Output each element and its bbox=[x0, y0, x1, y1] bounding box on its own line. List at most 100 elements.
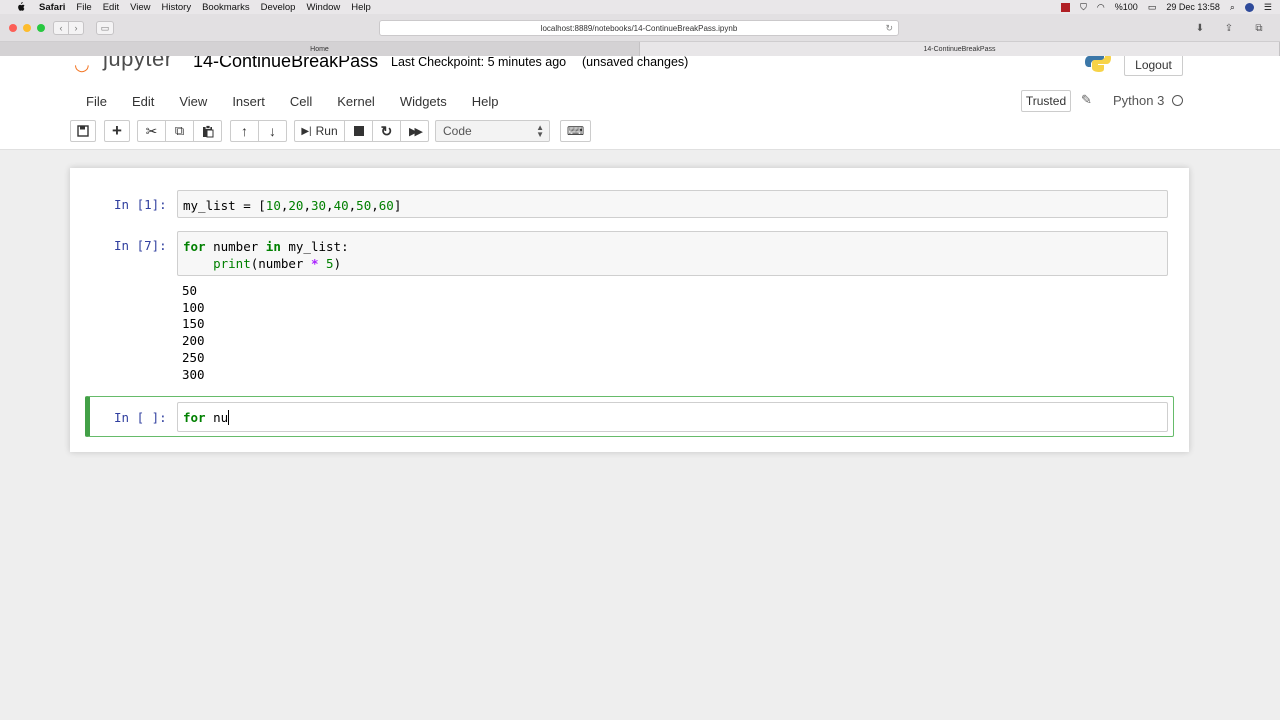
spotlight-search-icon[interactable]: ⌕ bbox=[1230, 2, 1235, 13]
menu-safari[interactable]: Safari bbox=[39, 2, 65, 13]
share-icon[interactable]: ⇪ bbox=[1220, 21, 1238, 35]
run-label: Run bbox=[315, 124, 338, 138]
nb-menu-insert[interactable]: Insert bbox=[232, 94, 265, 109]
menu-bookmarks[interactable]: Bookmarks bbox=[202, 2, 250, 13]
unsaved-status: (unsaved changes) bbox=[582, 56, 689, 69]
logout-label: Logout bbox=[1135, 58, 1172, 72]
battery-icon[interactable]: ▭ bbox=[1148, 2, 1157, 13]
code-number: 30 bbox=[310, 198, 327, 213]
restart-kernel-button[interactable]: ↻ bbox=[372, 120, 401, 142]
kernel-name[interactable]: Python 3 bbox=[1113, 93, 1164, 108]
restart-run-all-button[interactable]: ▶▶ bbox=[400, 120, 429, 142]
menu-history[interactable]: History bbox=[162, 2, 192, 13]
kernel-idle-icon bbox=[1172, 95, 1183, 106]
nb-menu-view[interactable]: View bbox=[179, 94, 207, 109]
scissors-icon: ✂ bbox=[145, 122, 158, 139]
move-cell-up-button[interactable]: ↑ bbox=[230, 120, 259, 142]
code-number: 40 bbox=[333, 198, 349, 213]
menu-window[interactable]: Window bbox=[306, 2, 340, 13]
code-token: number bbox=[205, 239, 266, 254]
recording-icon[interactable] bbox=[1061, 2, 1071, 12]
copy-cells-button[interactable]: ⧉ bbox=[165, 120, 194, 142]
shield-icon[interactable]: ⛉ bbox=[1080, 2, 1087, 13]
minimize-window-button[interactable] bbox=[23, 24, 31, 32]
paste-cells-button[interactable] bbox=[193, 120, 222, 142]
cell-3-input[interactable]: for nu bbox=[177, 402, 1168, 432]
logout-button[interactable]: Logout bbox=[1124, 56, 1183, 76]
nb-menu-file[interactable]: File bbox=[86, 94, 107, 109]
clock[interactable]: 29 Dec 13:58 bbox=[1166, 2, 1220, 12]
cell-1-input[interactable]: my_list = [10,20,30,40,50,60] bbox=[177, 190, 1168, 218]
close-window-button[interactable] bbox=[9, 24, 17, 32]
interrupt-kernel-button[interactable] bbox=[344, 120, 373, 142]
address-bar[interactable]: localhost:8889/notebooks/14-ContinueBrea… bbox=[379, 20, 899, 36]
jupyter-logo-text: jupyter bbox=[103, 56, 173, 71]
plus-icon: + bbox=[112, 121, 122, 140]
tab-notebook[interactable]: 14-ContinueBreakPass bbox=[640, 42, 1280, 56]
tab-notebook-label: 14-ContinueBreakPass bbox=[923, 45, 996, 53]
nb-menu-cell[interactable]: Cell bbox=[290, 94, 312, 109]
nb-menu-kernel[interactable]: Kernel bbox=[337, 94, 375, 109]
nb-menu-help[interactable]: Help bbox=[472, 94, 499, 109]
code-number: 60 bbox=[378, 198, 394, 213]
cell-2-input[interactable]: for number in my_list: print(number * 5) bbox=[177, 231, 1168, 276]
code-token: , bbox=[371, 198, 379, 213]
battery-label[interactable]: %100 bbox=[1115, 2, 1138, 12]
nb-menu-edit[interactable]: Edit bbox=[132, 94, 154, 109]
move-cell-down-button[interactable]: ↓ bbox=[258, 120, 287, 142]
downloads-icon[interactable]: ⬇ bbox=[1191, 21, 1209, 35]
menu-edit[interactable]: Edit bbox=[103, 2, 119, 13]
code-token: ) bbox=[333, 256, 342, 271]
insert-cell-below-button[interactable]: + bbox=[104, 120, 130, 142]
step-forward-icon: ▶| bbox=[301, 125, 312, 137]
nb-menu-widgets[interactable]: Widgets bbox=[400, 94, 447, 109]
code-line: print(number * 5) bbox=[183, 255, 1162, 272]
cell-type-select[interactable]: Code ▲ ▼ bbox=[435, 120, 550, 142]
back-button[interactable]: ‹ bbox=[53, 21, 69, 35]
url-text: localhost:8889/notebooks/14-ContinueBrea… bbox=[540, 23, 738, 33]
select-arrows-icon: ▲ ▼ bbox=[536, 123, 544, 139]
notebook-title[interactable]: 14-ContinueBreakPass bbox=[193, 56, 378, 72]
edit-mode-pencil-icon: ✎ bbox=[1081, 92, 1092, 107]
code-line: for number in my_list: bbox=[183, 238, 1162, 255]
forward-button[interactable]: › bbox=[68, 21, 84, 35]
trusted-indicator[interactable]: Trusted bbox=[1021, 90, 1071, 112]
tabs-overview-icon[interactable]: ⧉ bbox=[1250, 21, 1268, 35]
menu-develop[interactable]: Develop bbox=[261, 2, 296, 13]
command-palette-button[interactable]: ⌨ bbox=[560, 120, 591, 142]
code-number: 5 bbox=[326, 256, 334, 271]
browser-toolbar: ‹ › ▭ localhost:8889/notebooks/14-Contin… bbox=[0, 14, 1280, 42]
cut-cells-button[interactable]: ✂ bbox=[137, 120, 166, 142]
trusted-label: Trusted bbox=[1025, 94, 1067, 108]
output-line: 250 bbox=[182, 349, 205, 365]
tab-home[interactable]: Home bbox=[0, 42, 640, 56]
reload-icon[interactable]: ↻ bbox=[885, 23, 893, 34]
code-token: , bbox=[303, 198, 311, 213]
apple-icon[interactable] bbox=[13, 2, 27, 12]
code-number: 20 bbox=[288, 198, 304, 213]
notification-center-icon[interactable]: ☰ bbox=[1264, 2, 1272, 13]
menu-view[interactable]: View bbox=[130, 2, 150, 13]
copy-icon: ⧉ bbox=[174, 123, 185, 138]
output-line: 50 bbox=[182, 283, 198, 298]
save-button[interactable] bbox=[70, 120, 96, 142]
code-number: 10 bbox=[265, 198, 281, 213]
run-button[interactable]: ▶| Run bbox=[294, 120, 345, 142]
code-keyword: in bbox=[265, 239, 281, 254]
checkpoint-status: Last Checkpoint: 5 minutes ago bbox=[391, 56, 567, 69]
cell-2-prompt: In [7]: bbox=[114, 238, 167, 253]
sidebar-toggle-button[interactable]: ▭ bbox=[96, 21, 114, 35]
user-icon[interactable] bbox=[1244, 2, 1254, 12]
jupyter-logo[interactable]: ◡ jupyter bbox=[74, 56, 173, 74]
code-token: nu bbox=[205, 410, 229, 425]
code-token: ] bbox=[393, 198, 402, 213]
menu-help[interactable]: Help bbox=[351, 2, 371, 13]
zoom-window-button[interactable] bbox=[37, 24, 45, 32]
save-icon bbox=[77, 125, 89, 137]
jupyter-header: ◡ jupyter 14-ContinueBreakPass Last Chec… bbox=[0, 56, 1280, 150]
output-line: 100 bbox=[182, 299, 205, 315]
code-token: (number bbox=[250, 256, 311, 271]
wifi-icon[interactable]: ◠ bbox=[1097, 2, 1105, 13]
menu-file[interactable]: File bbox=[76, 2, 91, 13]
code-keyword: for bbox=[183, 410, 206, 425]
